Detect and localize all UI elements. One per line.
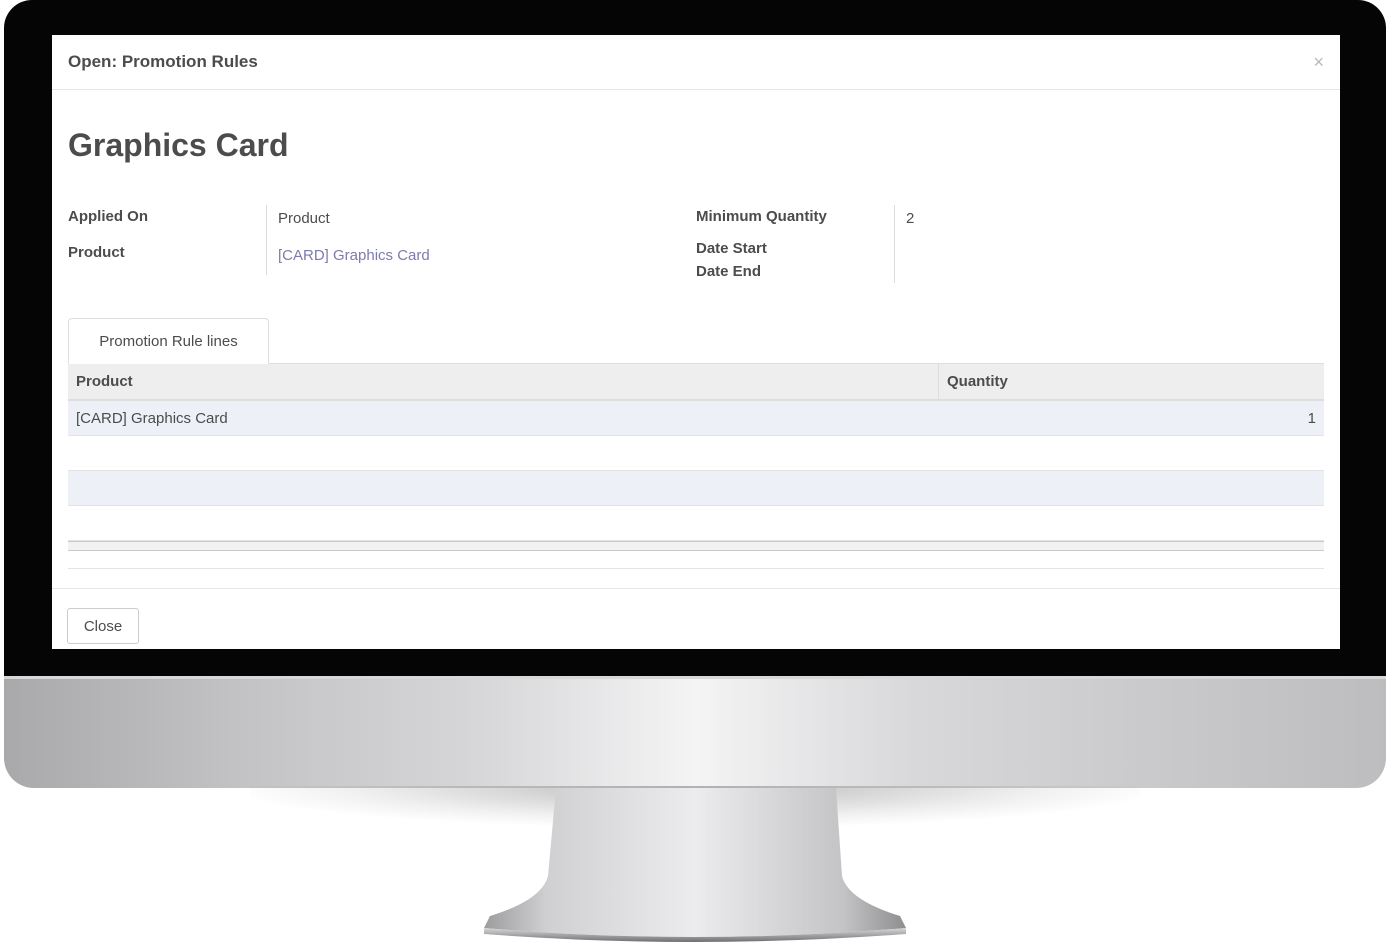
monitor-chin [4, 676, 1386, 788]
table-header: Product Quantity [68, 364, 1324, 401]
min-qty-label: Minimum Quantity [696, 208, 827, 225]
footer-divider [52, 588, 1340, 589]
table-row-empty [68, 436, 1324, 471]
column-header-quantity[interactable]: Quantity [939, 364, 1324, 399]
table-row-empty [68, 506, 1324, 541]
close-icon[interactable]: × [1313, 53, 1324, 71]
date-end-label: Date End [696, 263, 762, 280]
cell-quantity: 1 [1307, 409, 1316, 427]
dialog-window: Open: Promotion Rules × Graphics Card Ap… [52, 35, 1340, 649]
column-header-product[interactable]: Product [68, 364, 939, 399]
applied-on-value: Product [278, 210, 330, 227]
record-title: Graphics Card [68, 127, 289, 163]
dialog-header: Open: Promotion Rules × [52, 35, 1340, 90]
table-row[interactable]: [CARD] Graphics Card 1 [68, 401, 1324, 436]
table-footer [68, 541, 1324, 551]
applied-on-label: Applied On [68, 208, 148, 225]
tab-promotion-rule-lines[interactable]: Promotion Rule lines [68, 318, 269, 364]
dialog-title: Open: Promotion Rules [68, 52, 258, 71]
cell-product: [CARD] Graphics Card [76, 409, 228, 427]
field-separator [894, 205, 895, 283]
table-row-empty [68, 551, 1324, 569]
monitor-mockup: Open: Promotion Rules × Graphics Card Ap… [0, 0, 1388, 948]
date-start-label: Date Start [696, 240, 767, 257]
min-qty-value: 2 [906, 210, 915, 227]
close-button[interactable]: Close [67, 608, 139, 644]
tab-label: Promotion Rule lines [99, 332, 238, 350]
table-row-empty [68, 471, 1324, 506]
rule-lines-table: Product Quantity [CARD] Graphics Card 1 [68, 364, 1324, 569]
field-separator [266, 205, 267, 275]
product-label: Product [68, 244, 125, 261]
monitor-stand [484, 788, 906, 942]
product-link[interactable]: [CARD] Graphics Card [278, 247, 430, 264]
